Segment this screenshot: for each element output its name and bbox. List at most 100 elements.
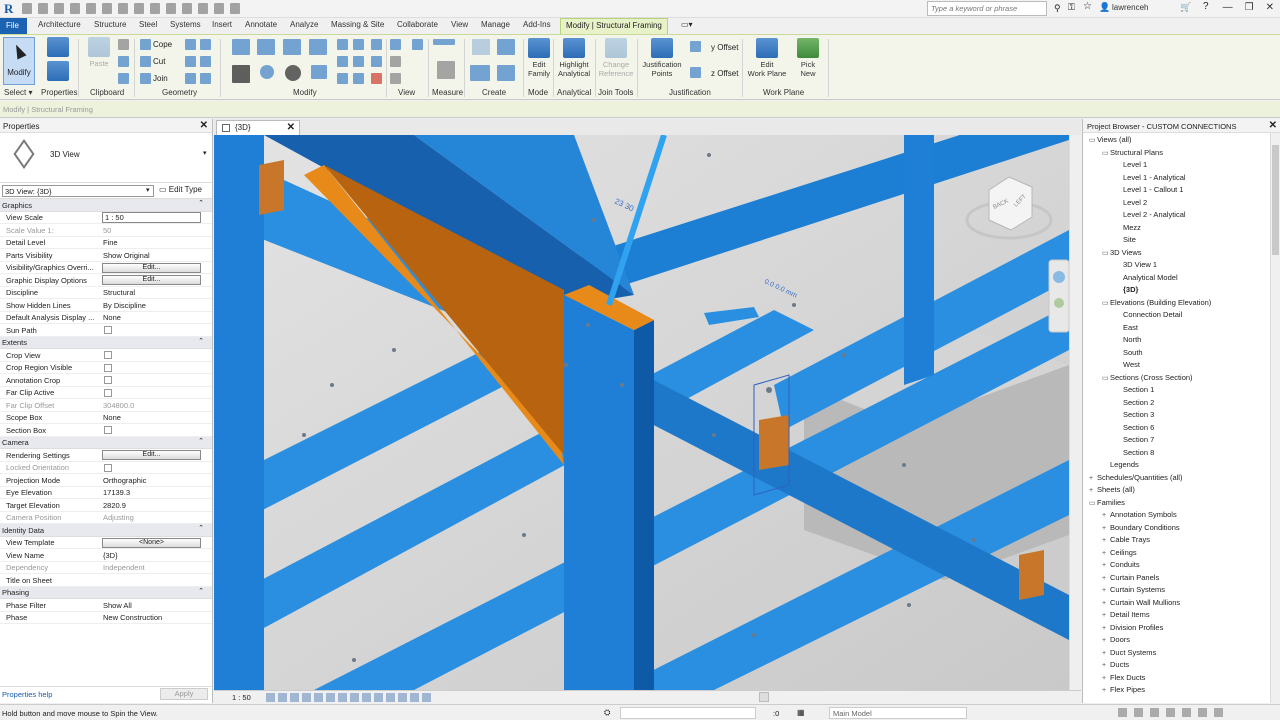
properties-section[interactable]: Phasing ⌃ (0, 586, 212, 599)
measure-distance-icon[interactable] (433, 39, 455, 45)
paint-icon[interactable] (185, 56, 196, 67)
expand-toggle-icon[interactable]: + (1102, 612, 1110, 619)
select-pinned-icon[interactable] (1150, 708, 1159, 717)
structural-model-render[interactable]: 23 30 0.0 0.0 mm BACK LEFT (214, 135, 1069, 690)
modify-button[interactable]: Modify (3, 37, 35, 85)
browser-item[interactable]: 3D View 1 (1115, 260, 1157, 269)
browser-item[interactable]: ▭Structural Plans (1102, 148, 1163, 157)
expand-toggle-icon[interactable]: ▭ (1102, 299, 1110, 307)
zoom-icon[interactable] (1054, 298, 1064, 308)
paste-button[interactable]: Paste (86, 37, 112, 68)
remove-paint-icon[interactable] (185, 73, 196, 84)
sun-path-icon[interactable] (290, 693, 299, 702)
mirror-draw-icon[interactable] (309, 39, 327, 55)
open-icon[interactable] (22, 3, 32, 14)
binoculars-icon[interactable]: ⚲ (1054, 3, 1061, 14)
horizontal-scroll-thumb[interactable] (759, 692, 769, 702)
justification-points-button[interactable]: Justification Points (640, 38, 684, 78)
worksets-icon[interactable]: ⛭ (604, 708, 610, 718)
browser-item[interactable]: ▭Views (all) (1089, 135, 1131, 144)
expand-toggle-icon[interactable]: + (1089, 487, 1097, 494)
drag-elements-icon[interactable] (1182, 708, 1191, 717)
cope-label[interactable]: Cope (153, 40, 172, 49)
expand-toggle-icon[interactable]: ▭ (1102, 374, 1110, 382)
select-by-face-icon[interactable] (1166, 708, 1175, 717)
switch-windows-icon[interactable] (230, 3, 240, 14)
unpin-icon[interactable] (371, 56, 382, 67)
thin-lines-icon[interactable] (198, 3, 208, 14)
browser-item[interactable]: ▭Elevations (Building Elevation) (1102, 298, 1211, 307)
edit-button[interactable]: Edit... (102, 262, 201, 273)
browser-item[interactable]: Legends (1102, 460, 1139, 469)
expand-toggle-icon[interactable]: ▭ (1102, 149, 1110, 157)
property-checkbox[interactable] (104, 326, 112, 334)
type-selector[interactable]: 3D View ▾ (0, 133, 212, 183)
undo-icon[interactable] (70, 3, 80, 14)
property-checkbox[interactable] (104, 388, 112, 397)
browser-item[interactable]: + Boundary Conditions (1102, 523, 1180, 532)
reveal-constraints-icon[interactable] (422, 693, 431, 702)
y-offset-icon[interactable] (690, 41, 701, 52)
expand-toggle-icon[interactable]: + (1102, 625, 1110, 632)
browser-item[interactable]: Section 7 (1115, 435, 1154, 444)
browser-item[interactable]: ▭3D Views (1102, 248, 1142, 257)
properties-button[interactable] (46, 61, 70, 83)
tab-add-ins[interactable]: Add-Ins (523, 20, 551, 29)
browser-item[interactable]: + Detail Items (1102, 610, 1150, 619)
browser-scrollbar[interactable] (1270, 133, 1280, 703)
favorite-icon[interactable]: ☆ (1083, 1, 1092, 12)
expand-toggle-icon[interactable]: ▭ (1102, 249, 1110, 257)
wall-join-icon[interactable] (185, 39, 196, 50)
browser-item[interactable]: North (1115, 335, 1141, 344)
crop-icon[interactable] (326, 693, 335, 702)
properties-section[interactable]: Extents ⌃ (0, 336, 212, 349)
select-links-icon[interactable] (1118, 708, 1127, 717)
highlight-analytical-button[interactable]: Highlight Analytical (555, 38, 593, 78)
property-value[interactable]: Show All (103, 601, 201, 610)
scroll-thumb[interactable] (1272, 145, 1279, 255)
property-checkbox[interactable] (104, 376, 112, 384)
property-value[interactable]: 17139.3 (103, 488, 201, 497)
tab-architecture[interactable]: Architecture (38, 20, 81, 29)
expand-toggle-icon[interactable]: + (1102, 687, 1110, 694)
browser-item[interactable]: Site (1115, 235, 1136, 244)
browser-item[interactable]: + Doors (1102, 635, 1130, 644)
crop-visible-icon[interactable] (338, 693, 347, 702)
browser-item[interactable]: + Conduits (1102, 560, 1140, 569)
property-value[interactable]: Fine (103, 238, 201, 247)
detail-level-icon[interactable] (266, 693, 275, 702)
cut-icon[interactable] (118, 39, 129, 50)
property-value[interactable]: Structural (103, 288, 201, 297)
tab-insert[interactable]: Insert (212, 20, 232, 29)
browser-item[interactable]: Level 1 - Analytical (1115, 173, 1186, 182)
close-icon[interactable]: ✕ (1269, 120, 1277, 131)
change-reference-button[interactable]: Change Reference (597, 38, 635, 78)
browser-item[interactable]: ▭Sections (Cross Section) (1102, 373, 1193, 382)
property-value[interactable]: 50 (103, 226, 201, 235)
expand-toggle-icon[interactable]: + (1102, 562, 1110, 569)
browser-item[interactable]: {3D} (1115, 285, 1138, 294)
sync-icon[interactable] (54, 3, 64, 14)
tab-analyze[interactable]: Analyze (290, 20, 318, 29)
property-checkbox[interactable] (104, 426, 112, 434)
tab-structure[interactable]: Structure (94, 20, 126, 29)
tab-manage[interactable]: Manage (481, 20, 510, 29)
properties-section[interactable]: Graphics ⌃ (0, 199, 212, 212)
property-value[interactable]: By Discipline (103, 301, 201, 310)
trim-multiple-icon[interactable] (353, 73, 364, 84)
browser-item[interactable]: + Curtain Systems (1102, 585, 1165, 594)
move-icon[interactable] (232, 65, 250, 83)
browser-item[interactable]: Section 2 (1115, 398, 1154, 407)
expand-toggle-icon[interactable]: + (1102, 650, 1110, 657)
ribbon-toggle-icon[interactable]: ▭▾ (681, 20, 693, 29)
property-checkbox[interactable] (104, 463, 112, 472)
search-input[interactable]: Type a keyword or phrase (927, 1, 1047, 16)
cut-label[interactable]: Cut (153, 57, 165, 66)
browser-item[interactable]: East (1115, 323, 1138, 332)
expand-toggle-icon[interactable]: ▭ (1089, 136, 1097, 144)
cart-icon[interactable]: 🛒 (1180, 2, 1191, 13)
highlight-displacement-icon[interactable] (410, 693, 419, 702)
join-icon[interactable] (140, 73, 151, 84)
3d-view-icon[interactable] (166, 3, 176, 14)
expand-toggle-icon[interactable]: + (1102, 662, 1110, 669)
